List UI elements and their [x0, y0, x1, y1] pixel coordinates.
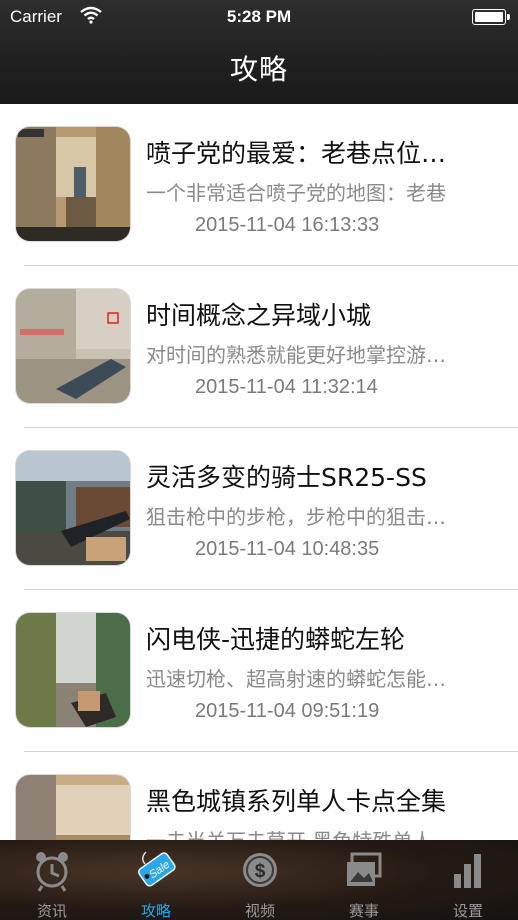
tab-label: 资讯 [36, 902, 67, 920]
tab-label: 设置 [452, 902, 483, 920]
article-title: 黑色城镇系列单人卡点全集 [146, 787, 447, 816]
article-date: 2015-11-04 09:51:19 [195, 700, 380, 722]
article-title: 闪电侠-迅捷的蟒蛇左轮 [146, 625, 406, 654]
sale-tag-icon: Sale [136, 848, 176, 892]
article-summary: 一夫当关万夫莫开 黑色特殊单人 [146, 825, 491, 840]
svg-text:$: $ [255, 861, 266, 882]
article-row[interactable]: 灵活多变的骑士SR25-SS 狙击枪中的步枪，步枪中的狙击… 2015-11-0… [0, 428, 518, 590]
photo-frame-icon [344, 848, 384, 892]
page-title: 攻略 [229, 53, 288, 86]
alarm-clock-icon [32, 848, 72, 892]
tab-label: 视频 [244, 902, 275, 920]
tab-settings[interactable]: 设置 [416, 840, 518, 920]
article-thumbnail [16, 613, 130, 727]
article-row[interactable]: 时间概念之异域小城 对时间的熟悉就能更好地掌控游… 2015-11-04 11:… [0, 266, 518, 428]
article-thumbnail [16, 289, 130, 403]
battery-icon [472, 9, 510, 25]
tab-videos[interactable]: $ 视频 [208, 840, 312, 920]
status-time: 5:28 PM [226, 7, 292, 26]
tab-guides[interactable]: Sale 攻略 [104, 840, 208, 920]
article-list[interactable]: 喷子党的最爱：老巷点位… 一个非常适合喷子党的地图：老巷 2015-11-04 … [0, 104, 518, 840]
tab-label: 赛事 [348, 902, 379, 920]
status-bar: Carrier 5:28 PM [0, 0, 518, 34]
bar-chart-icon [448, 848, 488, 892]
article-summary: 对时间的熟悉就能更好地掌控游… [146, 343, 446, 367]
article-row[interactable]: 黑色城镇系列单人卡点全集 一夫当关万夫莫开 黑色特殊单人 [0, 752, 518, 840]
article-summary: 一个非常适合喷子党的地图：老巷 [146, 181, 446, 205]
article-thumbnail [16, 127, 130, 241]
tab-label: 攻略 [140, 902, 171, 920]
article-row[interactable]: 闪电侠-迅捷的蟒蛇左轮 迅速切枪、超高射速的蟒蛇怎能… 2015-11-04 0… [0, 590, 518, 752]
article-summary: 迅速切枪、超高射速的蟒蛇怎能… [146, 667, 446, 691]
tab-news[interactable]: 资讯 [0, 840, 104, 920]
article-date: 2015-11-04 16:13:33 [195, 214, 380, 236]
article-title: 时间概念之异域小城 [146, 301, 372, 330]
tab-bar: 资讯 Sale 攻略 $ 视频 赛事 设置 [0, 840, 518, 920]
article-row[interactable]: 喷子党的最爱：老巷点位… 一个非常适合喷子党的地图：老巷 2015-11-04 … [0, 104, 518, 266]
article-thumbnail [16, 451, 130, 565]
article-summary: 狙击枪中的步枪，步枪中的狙击… [146, 505, 446, 529]
article-thumbnail [16, 775, 130, 840]
article-title: 喷子党的最爱：老巷点位… [146, 139, 447, 168]
article-date: 2015-11-04 11:32:14 [195, 376, 378, 398]
tab-events[interactable]: 赛事 [312, 840, 416, 920]
article-date: 2015-11-04 10:48:35 [195, 538, 380, 560]
dollar-coin-icon: $ [240, 848, 280, 892]
navigation-header: Carrier 5:28 PM 攻略 [0, 0, 518, 104]
article-title: 灵活多变的骑士SR25-SS [146, 463, 427, 492]
